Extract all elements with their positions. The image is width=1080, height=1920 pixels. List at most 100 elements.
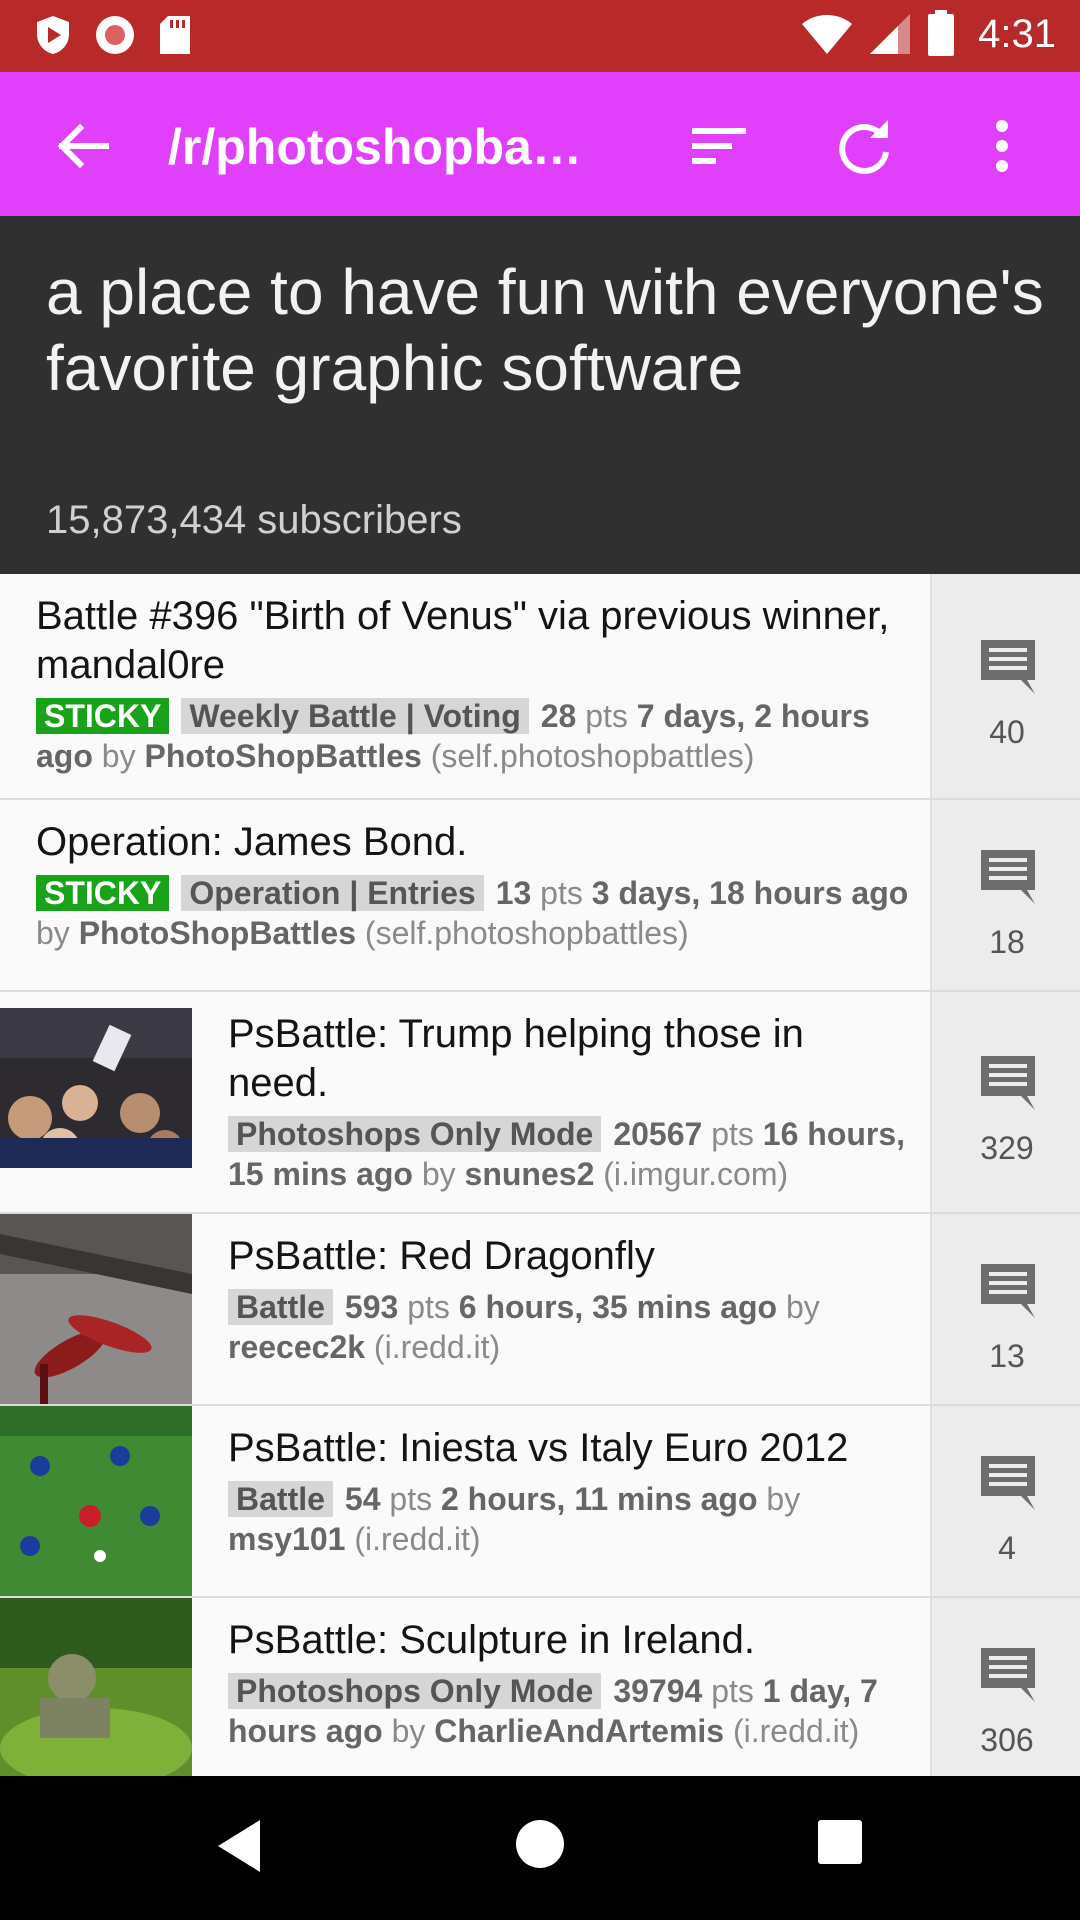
post-author[interactable]: snunes2 bbox=[465, 1156, 595, 1192]
post-author[interactable]: reecec2k bbox=[228, 1329, 365, 1365]
post-domain: (self.photoshopbattles) bbox=[364, 915, 689, 951]
comments-button[interactable]: 13 bbox=[930, 1214, 1080, 1404]
sort-icon[interactable] bbox=[690, 116, 750, 176]
post-title[interactable]: Battle #396 "Birth of Venus" via previou… bbox=[36, 592, 916, 690]
post-points: 39794 bbox=[613, 1673, 703, 1709]
comment-count: 4 bbox=[998, 1530, 1016, 1566]
post-item[interactable]: Operation: James Bond. STICKY Operation |… bbox=[0, 800, 1080, 992]
refresh-icon[interactable] bbox=[834, 116, 894, 176]
post-item[interactable]: PsBattle: Sculpture in Ireland. Photosho… bbox=[0, 1598, 1080, 1776]
post-item[interactable]: PsBattle: Iniesta vs Italy Euro 2012 Bat… bbox=[0, 1406, 1080, 1598]
post-points: 54 bbox=[344, 1481, 381, 1517]
sticky-badge: STICKY bbox=[36, 875, 170, 911]
post-flair: Operation | Entries bbox=[181, 875, 484, 911]
sd-card-icon bbox=[160, 16, 190, 54]
post-list[interactable]: Battle #396 "Birth of Venus" via previou… bbox=[0, 574, 1080, 1776]
comment-icon bbox=[981, 640, 1035, 694]
comments-button[interactable]: 329 bbox=[930, 992, 1080, 1212]
post-meta: Photoshops Only Mode 20567 pts 16 hours, … bbox=[228, 1114, 918, 1194]
post-title[interactable]: PsBattle: Sculpture in Ireland. bbox=[228, 1616, 918, 1665]
post-author[interactable]: PhotoShopBattles bbox=[144, 738, 421, 774]
post-time: 6 hours, 35 mins ago bbox=[458, 1289, 778, 1325]
comment-icon bbox=[981, 850, 1035, 904]
by-label: by bbox=[391, 1713, 426, 1749]
post-flair: Battle bbox=[228, 1289, 333, 1325]
home-nav-icon[interactable] bbox=[514, 1818, 566, 1870]
post-thumbnail[interactable] bbox=[0, 1214, 192, 1404]
post-flair: Photoshops Only Mode bbox=[228, 1116, 602, 1152]
signal-icon bbox=[870, 14, 911, 54]
post-title[interactable]: PsBattle: Iniesta vs Italy Euro 2012 bbox=[228, 1424, 918, 1473]
navigation-bar bbox=[0, 1776, 1080, 1920]
clock: 4:31 bbox=[978, 11, 1056, 56]
back-arrow-icon[interactable] bbox=[52, 116, 112, 176]
post-body[interactable]: PsBattle: Red Dragonfly Battle 593 pts 6 … bbox=[228, 1232, 918, 1367]
comment-icon bbox=[981, 1056, 1035, 1110]
post-item[interactable]: PsBattle: Trump helping those in need. P… bbox=[0, 992, 1080, 1214]
post-author[interactable]: CharlieAndArtemis bbox=[434, 1713, 724, 1749]
post-domain: (i.redd.it) bbox=[354, 1521, 481, 1557]
post-points: 593 bbox=[344, 1289, 399, 1325]
post-points: 28 bbox=[540, 698, 577, 734]
post-body[interactable]: PsBattle: Sculpture in Ireland. Photosho… bbox=[228, 1616, 918, 1751]
post-item[interactable]: Battle #396 "Birth of Venus" via previou… bbox=[0, 574, 1080, 800]
pts-label: pts bbox=[389, 1481, 433, 1517]
by-label: by bbox=[766, 1481, 801, 1517]
post-thumbnail[interactable] bbox=[0, 1598, 192, 1776]
post-item[interactable]: PsBattle: Red Dragonfly Battle 593 pts 6 … bbox=[0, 1214, 1080, 1406]
post-domain: (self.photoshopbattles) bbox=[430, 738, 755, 774]
comments-button[interactable]: 40 bbox=[930, 574, 1080, 798]
wifi-icon bbox=[802, 15, 853, 54]
post-body[interactable]: PsBattle: Iniesta vs Italy Euro 2012 Bat… bbox=[228, 1424, 918, 1559]
post-meta: Battle 54 pts 2 hours, 11 mins ago by msy… bbox=[228, 1479, 918, 1559]
post-meta: STICKY Weekly Battle | Voting 28 pts 7 day… bbox=[36, 696, 916, 776]
post-flair: Photoshops Only Mode bbox=[228, 1673, 602, 1709]
thumbnail-image bbox=[0, 1008, 192, 1168]
by-label: by bbox=[785, 1289, 820, 1325]
post-meta: STICKY Operation | Entries 13 pts 3 days, … bbox=[36, 873, 916, 953]
subreddit-title: /r/photoshopba… bbox=[168, 119, 582, 175]
post-thumbnail[interactable] bbox=[0, 1008, 192, 1168]
post-meta: Battle 593 pts 6 hours, 35 mins ago by re… bbox=[228, 1287, 918, 1367]
sticky-badge: STICKY bbox=[36, 698, 170, 734]
comment-count: 13 bbox=[989, 1338, 1025, 1374]
post-title[interactable]: Operation: James Bond. bbox=[36, 818, 916, 867]
comments-button[interactable]: 18 bbox=[930, 800, 1080, 990]
post-flair: Weekly Battle | Voting bbox=[181, 698, 529, 734]
post-points: 13 bbox=[495, 875, 532, 911]
post-author[interactable]: msy101 bbox=[228, 1521, 345, 1557]
back-nav-icon[interactable] bbox=[214, 1818, 264, 1874]
comment-icon bbox=[981, 1264, 1035, 1318]
battery-icon bbox=[928, 10, 955, 56]
pts-label: pts bbox=[711, 1673, 754, 1709]
post-time: 2 hours, 11 mins ago bbox=[440, 1481, 758, 1517]
post-points: 20567 bbox=[613, 1116, 703, 1152]
recents-nav-icon[interactable] bbox=[816, 1818, 864, 1866]
comment-count: 18 bbox=[989, 924, 1025, 960]
post-body[interactable]: Operation: James Bond. STICKY Operation |… bbox=[36, 818, 916, 953]
more-vertical-icon[interactable] bbox=[972, 116, 1032, 176]
by-label: by bbox=[421, 1156, 456, 1192]
post-title[interactable]: PsBattle: Red Dragonfly bbox=[228, 1232, 918, 1281]
comment-icon bbox=[981, 1648, 1035, 1702]
post-body[interactable]: Battle #396 "Birth of Venus" via previou… bbox=[36, 592, 916, 776]
thumbnail-image bbox=[0, 1598, 192, 1776]
subreddit-header: a place to have fun with everyone's favo… bbox=[0, 216, 1080, 574]
comment-count: 306 bbox=[980, 1722, 1034, 1758]
shield-notification-icon bbox=[37, 16, 69, 54]
pts-label: pts bbox=[711, 1116, 754, 1152]
post-domain: (i.redd.it) bbox=[732, 1713, 860, 1749]
post-thumbnail[interactable] bbox=[0, 1406, 192, 1596]
record-notification-icon bbox=[96, 16, 134, 54]
post-body[interactable]: PsBattle: Trump helping those in need. P… bbox=[228, 1010, 918, 1194]
comments-button[interactable]: 306 bbox=[930, 1598, 1080, 1776]
post-author[interactable]: PhotoShopBattles bbox=[79, 915, 356, 951]
comments-button[interactable]: 4 bbox=[930, 1406, 1080, 1596]
post-title[interactable]: PsBattle: Trump helping those in need. bbox=[228, 1010, 828, 1108]
app-bar: /r/photoshopba… bbox=[0, 72, 1080, 216]
pts-label: pts bbox=[540, 875, 583, 911]
pts-label: pts bbox=[407, 1289, 450, 1325]
status-bar: 4:31 bbox=[0, 0, 1080, 72]
post-meta: Photoshops Only Mode 39794 pts 1 day, 7 h… bbox=[228, 1671, 918, 1751]
comment-count: 40 bbox=[989, 714, 1025, 750]
